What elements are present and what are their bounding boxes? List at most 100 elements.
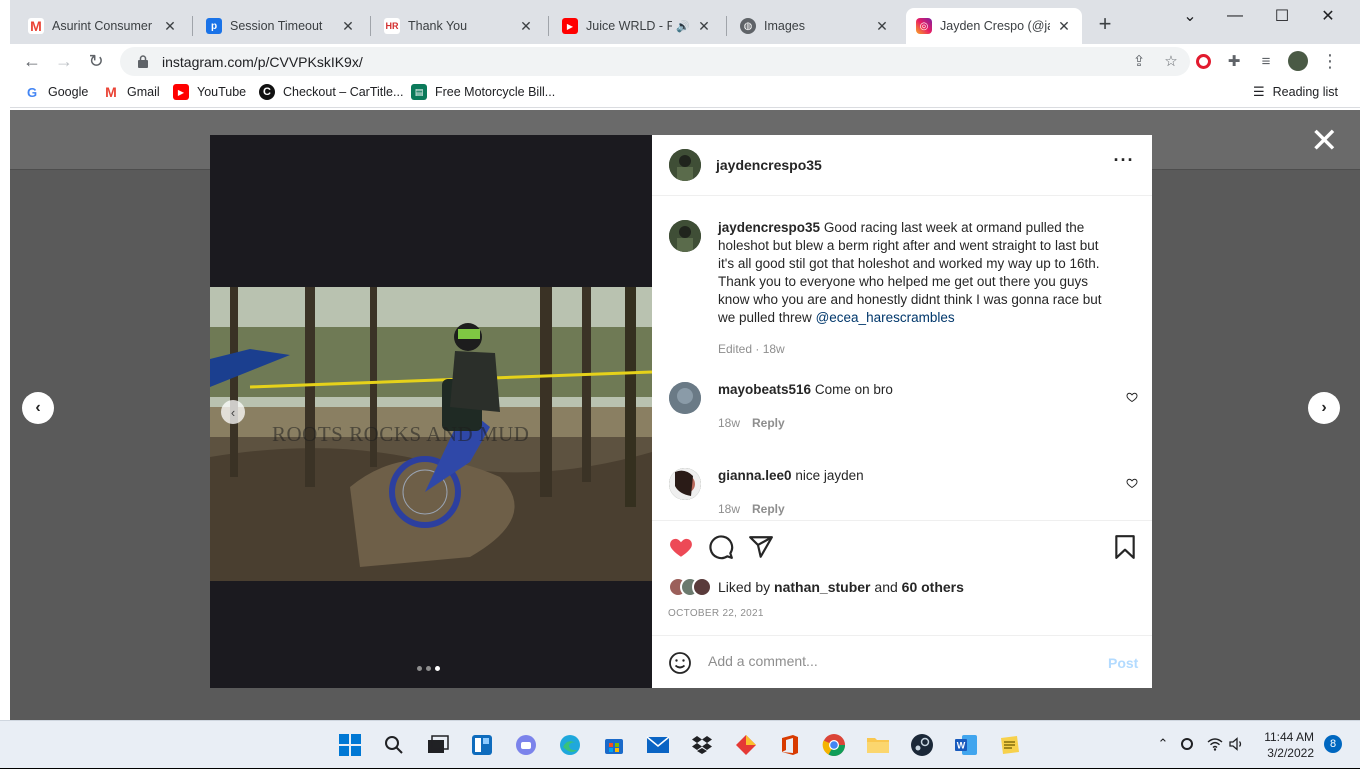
window-close-button[interactable]: ✕ [1308,4,1348,28]
close-icon[interactable]: ✕ [1056,18,1072,34]
chrome-icon[interactable] [820,731,848,759]
avatar[interactable] [669,149,701,181]
notification-badge[interactable]: 8 [1324,735,1342,753]
widgets-icon[interactable] [468,731,496,759]
tab-thank-you[interactable]: HR Thank You ✕ [374,8,544,44]
tab-juice-wrld[interactable]: ▶ Juice WRLD - Fla 🔊 ✕ [552,8,722,44]
reply-button[interactable]: Reply [752,416,785,430]
tab-label: Juice WRLD - Fla [586,19,673,33]
app-diamond-icon[interactable] [732,731,760,759]
like-heart-icon[interactable] [1126,477,1138,489]
steam-icon[interactable] [908,731,936,759]
bookmark-youtube[interactable]: ▶ YouTube [173,84,246,100]
svg-text:W: W [957,741,966,751]
share-plane-icon[interactable] [748,534,774,560]
media-queue-icon[interactable]: ≡ [1255,50,1277,72]
sticky-notes-icon[interactable] [996,731,1024,759]
comment-username[interactable]: mayobeats516 [718,382,811,397]
windows-taskbar: W ⌃ 11:44 AM 3/2/2022 8 [0,720,1360,768]
bookmark-label: Checkout – CarTitle... [283,85,404,99]
chrome-menu-icon[interactable]: ⋮ [1319,50,1341,72]
save-bookmark-icon[interactable] [1112,534,1138,560]
like-heart-icon[interactable] [1126,391,1138,403]
bookmark-cartitle[interactable]: C Checkout – CarTitle... [259,84,403,100]
close-icon[interactable]: ✕ [874,18,890,34]
comment-username[interactable]: gianna.lee0 [718,468,792,483]
bookmark-motorcycle-bill[interactable]: ▤ Free Motorcycle Bill... [411,84,555,100]
post-username[interactable]: jaydencrespo35 [716,157,822,173]
more-options-icon[interactable]: ··· [1112,151,1136,177]
mail-icon[interactable] [644,731,672,759]
word-icon[interactable]: W [952,731,980,759]
share-icon[interactable]: ⇪ [1128,50,1150,72]
avatar[interactable] [669,220,701,252]
page-viewport: ✕ ‹ › ROOTS ROCKS AND MUD ‹ jaydencrespo… [10,110,1360,720]
previous-photo-button[interactable]: ‹ [221,400,245,424]
lock-icon[interactable] [138,55,148,68]
volume-icon[interactable] [1228,735,1246,753]
caption-username[interactable]: jaydencrespo35 [718,220,820,235]
office-icon[interactable] [776,731,804,759]
comment: gianna.lee0 nice jayden [718,467,1128,485]
wifi-icon[interactable] [1206,735,1224,753]
system-clock[interactable]: 11:44 AM 3/2/2022 [1254,729,1314,761]
dropbox-icon[interactable] [688,731,716,759]
bookmark-gmail[interactable]: M Gmail [103,84,160,100]
opera-extension-icon[interactable] [1192,50,1214,72]
emoji-icon[interactable] [668,651,692,675]
reading-list-button[interactable]: ☰ Reading list [1253,84,1338,100]
comment: mayobeats516 Come on bro [718,381,1128,399]
extensions-puzzle-icon[interactable]: ✚ [1223,50,1245,72]
tab-label: Thank You [408,19,468,33]
close-icon[interactable]: ✕ [340,18,356,34]
task-view-icon[interactable] [424,731,452,759]
search-icon[interactable] [380,731,408,759]
minimize-button[interactable]: — [1215,4,1255,28]
comment-icon[interactable] [708,534,734,560]
clock-date: 3/2/2022 [1267,746,1314,760]
start-button[interactable] [336,731,364,759]
liked-by-others[interactable]: 60 others [902,579,964,595]
caption-text: we pulled threw [718,310,812,325]
next-post-button[interactable]: › [1308,392,1340,424]
tab-images[interactable]: ◍ Images ✕ [730,8,900,44]
comment-input[interactable] [708,653,1088,669]
mention-link[interactable]: @ecea_harescrambles [816,310,955,325]
avatar [692,577,712,597]
close-icon[interactable]: ✕ [1310,124,1339,158]
tab-search-chevron-icon[interactable]: ⌄ [1170,4,1210,28]
microsoft-store-icon[interactable] [600,731,628,759]
chevron-up-icon[interactable]: ⌃ [1154,735,1172,753]
reload-button[interactable]: ↻ [83,48,109,74]
bookmark-google[interactable]: G Google [24,84,88,100]
speaker-icon[interactable]: 🔊 [676,20,690,33]
like-heart-icon[interactable] [668,534,694,560]
tab-session-timeout[interactable]: p Session Timeout ✕ [196,8,366,44]
address-bar[interactable]: instagram.com/p/CVVPKskIK9x/ ⇪ ☆ [120,47,1190,76]
liked-by-user[interactable]: nathan_stuber [774,579,870,595]
close-icon[interactable]: ✕ [696,18,712,34]
url-text[interactable]: instagram.com/p/CVVPKskIK9x/ [162,54,363,70]
close-icon[interactable]: ✕ [518,18,534,34]
reply-button[interactable]: Reply [752,502,785,516]
liked-by-row: Liked by nathan_stuber and 60 others [668,577,964,597]
bookmark-star-icon[interactable]: ☆ [1160,50,1182,72]
close-icon[interactable]: ✕ [162,18,178,34]
profile-avatar[interactable] [1287,50,1309,72]
previous-post-button[interactable]: ‹ [22,392,54,424]
forward-button[interactable]: → [51,48,77,74]
post-comment-button[interactable]: Post [1108,655,1138,671]
avatar[interactable] [669,468,701,500]
tab-asurint[interactable]: M Asurint Consumer Re ✕ [18,8,188,44]
new-tab-button[interactable]: + [1095,12,1115,36]
file-explorer-icon[interactable] [864,731,892,759]
teams-chat-icon[interactable] [512,731,540,759]
avatar[interactable] [669,382,701,414]
tab-instagram[interactable]: ◎ Jayden Crespo (@jay ✕ [906,8,1082,44]
back-button[interactable]: ← [19,48,45,74]
tab-label: Jayden Crespo (@jay [940,19,1050,33]
edge-icon[interactable] [556,731,584,759]
maximize-button[interactable]: ☐ [1262,4,1302,28]
youtube-icon: ▶ [173,84,189,100]
network-status-icon[interactable] [1178,735,1196,753]
